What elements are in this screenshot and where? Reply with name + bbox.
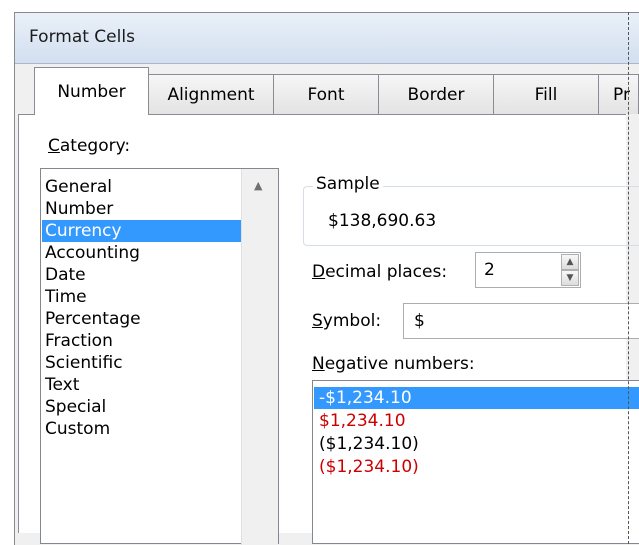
list-item-selected[interactable]: Currency (42, 220, 245, 242)
category-list[interactable]: General Number Currency Accounting Date … (40, 168, 279, 545)
tab-protection[interactable]: Pr (598, 74, 639, 114)
tab-font[interactable]: Font (273, 74, 379, 114)
list-item[interactable]: Special (45, 396, 106, 418)
list-item[interactable]: Fraction (45, 330, 113, 352)
dialog-title: Format Cells (29, 27, 135, 47)
category-scrollbar[interactable]: ▲ (241, 169, 278, 545)
negative-format-parens[interactable]: ($1,234.10) (319, 433, 419, 455)
tab-alignment[interactable]: Alignment (148, 74, 274, 114)
crop-edge-divider (628, 12, 629, 544)
tab-number[interactable]: Number (34, 67, 149, 115)
negative-format-parens-red[interactable]: ($1,234.10) (319, 456, 419, 478)
decimal-places-value[interactable]: 2 (484, 260, 495, 280)
negative-numbers-label: Negative numbers: (312, 354, 475, 374)
decimal-places-stepper[interactable]: 2 ▲ ▼ (475, 252, 581, 288)
sample-title: Sample (313, 174, 383, 194)
tab-border[interactable]: Border (378, 74, 494, 114)
list-item[interactable]: General (45, 176, 112, 198)
list-item[interactable]: Scientific (45, 352, 123, 374)
spin-down-icon[interactable]: ▼ (561, 270, 579, 286)
scroll-up-icon[interactable]: ▲ (254, 179, 262, 192)
list-item[interactable]: Number (45, 198, 113, 220)
negative-format-red[interactable]: $1,234.10 (319, 410, 406, 432)
negative-numbers-list[interactable]: -$1,234.10 $1,234.10 ($1,234.10) ($1,234… (312, 380, 639, 544)
category-label: Category: (48, 136, 131, 156)
list-item[interactable]: Text (45, 374, 79, 396)
tab-fill[interactable]: Fill (493, 74, 599, 114)
symbol-select[interactable]: $ (403, 303, 639, 339)
symbol-value: $ (414, 311, 425, 331)
list-item[interactable]: Accounting (45, 242, 140, 264)
negative-format-selected[interactable]: -$1,234.10 (314, 387, 639, 409)
list-item[interactable]: Time (45, 286, 87, 308)
title-bar[interactable]: Format Cells (15, 13, 639, 64)
spin-up-icon[interactable]: ▲ (561, 254, 579, 270)
list-item[interactable]: Percentage (45, 308, 141, 330)
symbol-label: Symbol: (312, 311, 382, 331)
list-item[interactable]: Custom (45, 418, 110, 440)
sample-value: $138,690.63 (328, 211, 437, 231)
list-item[interactable]: Date (45, 264, 86, 286)
decimal-places-label: Decimal places: (312, 262, 448, 282)
